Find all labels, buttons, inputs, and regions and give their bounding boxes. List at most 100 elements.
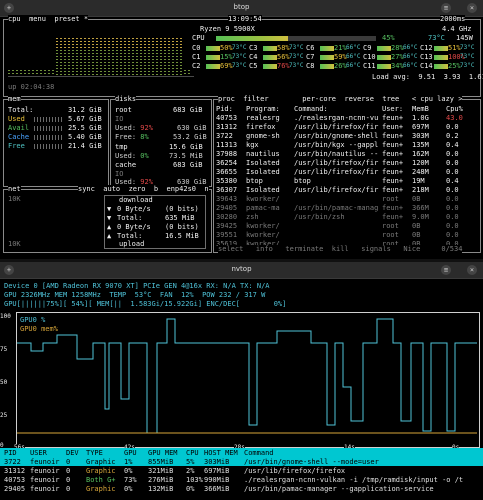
cpu-graph-dot: [56, 65, 58, 66]
cpu-graph-dot: [120, 50, 122, 51]
cpu-graph-dot: [148, 56, 150, 57]
cpu-graph-dot: [44, 73, 46, 74]
nv-selected-row[interactable]: [0, 457, 483, 466]
cpu-graph-dot: [108, 71, 110, 72]
cpu-graph-dot: [180, 50, 182, 51]
cpu-graph-dot: [28, 70, 30, 71]
cpu-graph-dot: [184, 73, 186, 74]
cpu-graph-dot: [144, 62, 146, 63]
close-icon[interactable]: ×: [467, 265, 477, 275]
cpu-graph-dot: [104, 59, 106, 60]
proc-cell: 0.0: [446, 204, 459, 212]
proc-cell: /usr/bin/zsh: [294, 213, 345, 221]
cpu-graph-dot: [100, 59, 102, 60]
nv-col-header: GPU: [124, 449, 137, 457]
proc-cell: 0.4: [446, 177, 459, 185]
graph-legend-gpu: GPU0 %: [20, 316, 46, 324]
proc-cell: 9.0M: [412, 213, 429, 221]
cpu-graph-dot: [176, 71, 178, 72]
cpu-tabs[interactable]: cpu menu preset *: [8, 15, 89, 23]
cpu-graph-dot: [64, 59, 66, 60]
cpu-graph-dot: [180, 65, 182, 66]
cpu-graph-dot: [100, 71, 102, 72]
cpu-graph-dot: [112, 65, 114, 66]
net-tabs[interactable]: sync auto zero b enp42s0 n: [78, 185, 209, 193]
cpu-graph-dot: [144, 38, 146, 39]
cpu-graph-dot: [64, 38, 66, 39]
cpu-graph-dot: [104, 71, 106, 72]
cpu-graph-dot: [64, 47, 66, 48]
core-temp: 66°C: [346, 44, 361, 51]
net-arrow: ▲: [107, 223, 112, 231]
cpu-graph-dot: [144, 53, 146, 54]
cpu-graph-dot: [180, 44, 182, 45]
cpu-graph-dot: [92, 38, 94, 39]
proc-cell: zsh: [246, 213, 259, 221]
proc-cell: 0.0: [446, 168, 459, 176]
cpu-graph-dot: [172, 65, 174, 66]
proc-col-header: MemB: [412, 105, 429, 113]
cpu-graph-dot: [96, 65, 98, 66]
cpu-graph-dot: [136, 38, 138, 39]
cpu-graph-dot: [144, 50, 146, 51]
core-label: C11: [363, 62, 376, 70]
cpu-graph-dot: [112, 62, 114, 63]
cpu-graph-dot: [176, 74, 178, 75]
mem-row-value: 5.40 GiB: [68, 133, 102, 141]
cpu-graph-dot: [112, 74, 114, 75]
cpu-graph-dot: [72, 65, 74, 66]
nv-cell: 0: [66, 476, 71, 484]
cpu-graph-dot: [156, 56, 158, 57]
cpu-graph-dot: [132, 41, 134, 42]
cpu-graph-dot: [140, 38, 142, 39]
proc-cell: /usr/bin/gnome-shell: [294, 132, 379, 140]
cpu-graph-dot: [92, 44, 94, 45]
cpu-graph-dot: [96, 41, 98, 42]
cpu-graph-dot: [148, 47, 150, 48]
cpu-graph-dot: [152, 38, 154, 39]
core-label: C13: [420, 53, 433, 61]
cpu-graph-dot: [176, 56, 178, 57]
y-axis-label: 75: [0, 346, 8, 353]
cpu-graph-dot: [168, 38, 170, 39]
cpu-graph-dot: [104, 47, 106, 48]
cpu-graph-dot: [128, 44, 130, 45]
close-icon[interactable]: ×: [467, 3, 477, 13]
cpu-graph-dot: [168, 71, 170, 72]
cpu-graph-dot: [56, 71, 58, 72]
cpu-graph-dot: [164, 53, 166, 54]
nv-cell: 40753: [4, 476, 26, 484]
cpu-graph-dot: [32, 73, 34, 74]
cpu-graph-dot: [108, 56, 110, 57]
interval[interactable]: 2000ms: [440, 15, 466, 23]
cpu-graph-dot: [156, 59, 158, 60]
menu-icon[interactable]: ≡: [441, 3, 451, 13]
net-arrow: ▼: [107, 205, 112, 213]
cpu-graph-dot: [112, 44, 114, 45]
cpu-graph-dot: [76, 68, 78, 69]
menu-icon[interactable]: ≡: [441, 265, 451, 275]
proc-footer[interactable]: select info terminate kill signals Nice …: [218, 245, 463, 253]
proc-header[interactable]: proc filter per-core reverse tree < cpu …: [218, 95, 463, 103]
cpu-graph-dot: [64, 41, 66, 42]
cpu-graph-dot: [76, 50, 78, 51]
cpu-graph-dot: [64, 53, 66, 54]
proc-cell: pamac-ma: [246, 204, 280, 212]
cpu-graph-dot: [172, 41, 174, 42]
cpu-graph-dot: [88, 41, 90, 42]
cpu-graph-dot: [144, 71, 146, 72]
disks-title[interactable]: disks: [115, 95, 137, 103]
cpu-graph-dot: [160, 65, 162, 66]
core-bar: [434, 64, 448, 69]
mem-title[interactable]: mem: [8, 95, 21, 103]
core-bar: [434, 46, 448, 51]
cpu-graph-dot: [124, 74, 126, 75]
cpu-graph-dot: [96, 56, 98, 57]
cpu-graph-dot: [88, 50, 90, 51]
core-pct: 26%: [334, 62, 347, 70]
cpu-graph-dot: [104, 65, 106, 66]
cpu-graph-dot: [136, 68, 138, 69]
nv-cell: feunoir: [30, 458, 60, 466]
cpu-graph-dot: [144, 59, 146, 60]
net-title[interactable]: net: [8, 185, 21, 193]
